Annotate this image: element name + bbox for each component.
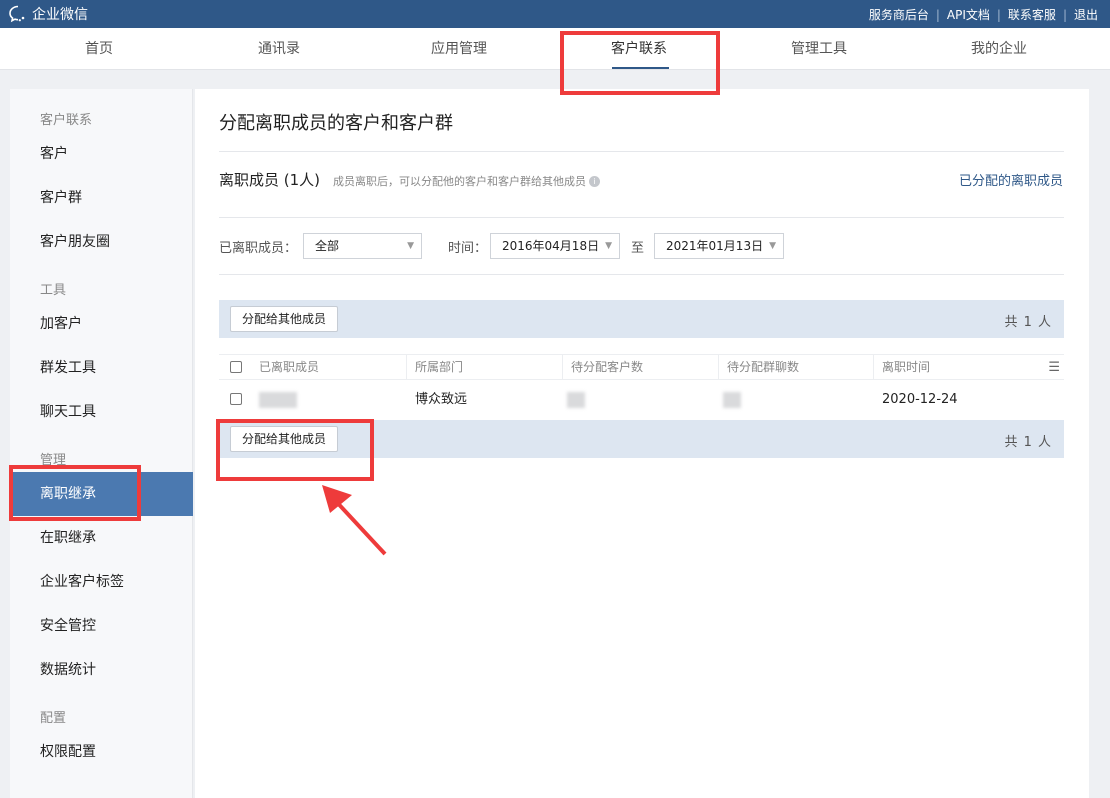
time-filter-label: 时间：: [448, 241, 488, 256]
cell-leave-time: 2020-12-24: [882, 392, 958, 407]
top-bar: 企业微信 服务商后台 | API文档 | 联系客服 | 退出: [0, 0, 1110, 28]
end-date-select[interactable]: 2021年01月13日 ▼: [654, 233, 784, 259]
sidebar-category: 配置: [40, 711, 67, 726]
contact-support-link[interactable]: 联系客服: [1008, 6, 1056, 23]
member-avatar-name-redacted: [259, 392, 297, 408]
caret-down-icon: ▼: [605, 241, 612, 251]
column-settings-icon[interactable]: ☰: [1048, 360, 1060, 375]
divider: |: [996, 7, 1001, 22]
divider: [219, 217, 1064, 218]
sidebar-item-customer-groups[interactable]: 客户群: [10, 176, 193, 220]
end-date-value: 2021年01月13日: [666, 239, 764, 253]
assigned-members-link[interactable]: 已分配的离职成员: [959, 170, 1063, 189]
cell-pending-customers-redacted: [567, 392, 585, 408]
main-panel: 分配离职成员的客户和客户群 离职成员 (1人) 成员离职后，可以分配他的客户和客…: [195, 89, 1089, 798]
chat-bubble-icon: [9, 5, 25, 23]
sidebar-item-data-statistics[interactable]: 数据统计: [10, 648, 193, 692]
divider: [219, 274, 1064, 275]
cell-pending-groups-redacted: [723, 392, 741, 408]
start-date-value: 2016年04月18日: [502, 239, 600, 253]
sidebar-item-broadcast-tool[interactable]: 群发工具: [10, 346, 193, 390]
member-filter-label: 已离职成员：: [219, 241, 298, 256]
assign-to-others-button-bottom[interactable]: 分配给其他成员: [230, 426, 339, 452]
start-date-select[interactable]: 2016年04月18日 ▼: [490, 233, 620, 259]
main-nav: 首页 通讯录 应用管理 客户联系 管理工具 我的企业: [0, 28, 1110, 70]
column-header-pending-customers[interactable]: 待分配客户数: [562, 355, 718, 379]
divider: |: [1062, 7, 1067, 22]
caret-down-icon: ▼: [769, 241, 776, 251]
column-header-department[interactable]: 所属部门: [406, 355, 562, 379]
table-toolbar-top: 分配给其他成员 共 1 人: [219, 300, 1064, 338]
column-header-leave-time[interactable]: 离职时间: [873, 355, 1029, 379]
date-range-separator: 至: [631, 241, 645, 256]
column-header-member[interactable]: 已离职成员: [251, 355, 406, 379]
divider: |: [935, 7, 940, 22]
column-header-pending-groups[interactable]: 待分配群聊数: [718, 355, 873, 379]
app-title: 企业微信: [32, 7, 88, 23]
sidebar-item-moments[interactable]: 客户朋友圈: [10, 220, 193, 264]
sidebar-item-security-control[interactable]: 安全管控: [10, 604, 193, 648]
tab-app-management[interactable]: 应用管理: [399, 28, 519, 70]
sidebar-item-permission-config[interactable]: 权限配置: [10, 730, 193, 774]
total-count: 共 1 人: [1004, 315, 1052, 330]
sidebar-item-active-inheritance[interactable]: 在职继承: [10, 516, 193, 560]
tab-my-enterprise[interactable]: 我的企业: [939, 28, 1059, 70]
tab-contacts[interactable]: 通讯录: [219, 28, 339, 70]
row-checkbox[interactable]: [230, 393, 242, 405]
sidebar: 客户联系 客户 客户群 客户朋友圈 工具 加客户 群发工具 聊天工具 管理 离职…: [10, 89, 193, 798]
sidebar-item-add-customer[interactable]: 加客户: [10, 302, 193, 346]
page-title: 分配离职成员的客户和客户群: [219, 113, 453, 134]
cell-department: 博众致远: [415, 392, 468, 407]
divider: [219, 151, 1064, 152]
logout-link[interactable]: 退出: [1074, 6, 1098, 23]
top-links: 服务商后台 | API文档 | 联系客服 | 退出: [869, 6, 1098, 23]
service-provider-link[interactable]: 服务商后台: [869, 6, 929, 23]
sidebar-item-chat-tool[interactable]: 聊天工具: [10, 390, 193, 434]
table-row: 博众致远 2020-12-24: [219, 380, 1064, 420]
table-header: 已离职成员 所属部门 待分配客户数 待分配群聊数 离职时间 ☰: [219, 354, 1064, 380]
section-title: 离职成员 (1人): [219, 171, 321, 189]
sidebar-item-resigned-inheritance[interactable]: 离职继承: [10, 472, 193, 516]
app-logo[interactable]: 企业微信: [8, 4, 88, 24]
table-toolbar-bottom: 分配给其他成员 共 1 人: [219, 420, 1064, 458]
total-count-bottom: 共 1 人: [1004, 435, 1052, 450]
sidebar-category: 管理: [40, 453, 67, 468]
tab-home[interactable]: 首页: [39, 28, 159, 70]
assign-to-others-button[interactable]: 分配给其他成员: [230, 306, 339, 332]
tab-management-tools[interactable]: 管理工具: [759, 28, 879, 70]
sidebar-item-customer-tags[interactable]: 企业客户标签: [10, 560, 193, 604]
section-description-text: 成员离职后，可以分配他的客户和客户群给其他成员: [333, 175, 586, 188]
sidebar-item-customers[interactable]: 客户: [10, 132, 193, 176]
annotation-arrow-icon: [322, 485, 387, 556]
sidebar-category: 工具: [40, 283, 67, 298]
member-filter-select[interactable]: 全部 ▼: [303, 233, 422, 259]
caret-down-icon: ▼: [407, 241, 414, 251]
section-description: 成员离职后，可以分配他的客户和客户群给其他成员 i: [333, 173, 600, 189]
sidebar-category: 客户联系: [40, 113, 93, 128]
select-all-checkbox[interactable]: [230, 361, 242, 373]
member-filter-value: 全部: [315, 239, 340, 253]
info-icon[interactable]: i: [589, 175, 600, 187]
api-docs-link[interactable]: API文档: [947, 6, 990, 23]
tab-customer-contact[interactable]: 客户联系: [579, 28, 699, 70]
